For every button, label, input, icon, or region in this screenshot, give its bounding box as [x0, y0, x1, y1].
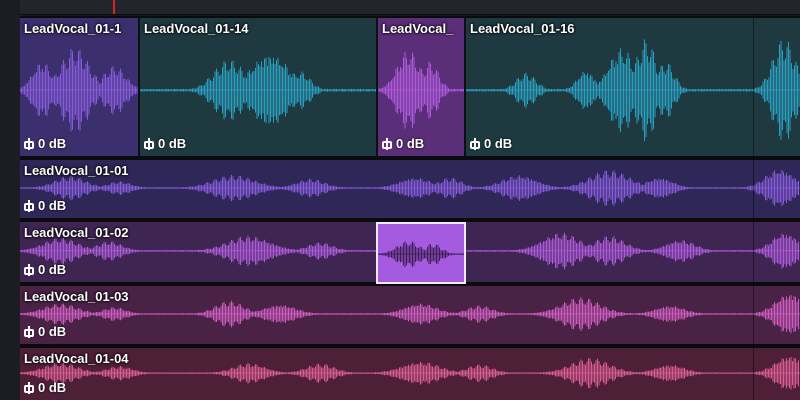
- timeline-ruler[interactable]: [20, 0, 800, 15]
- comp-selection[interactable]: [376, 222, 466, 284]
- audio-clip-01-1[interactable]: LeadVocal_01-1 0 dB: [20, 18, 138, 156]
- clip-gain-value: 0 dB: [484, 136, 513, 151]
- clip-gain[interactable]: 0 dB: [24, 324, 66, 339]
- audio-clip-01-15[interactable]: LeadVocal_ 0 dB: [376, 18, 464, 156]
- take-lane-01-04[interactable]: LeadVocal_01-04 0 dB: [20, 346, 800, 400]
- clip-gain-value: 0 dB: [396, 136, 425, 151]
- playhead-marker[interactable]: [113, 0, 115, 14]
- clip-gain-value: 0 dB: [158, 136, 187, 151]
- audio-clip-01-14[interactable]: LeadVocal_01-14 0 dB: [138, 18, 376, 156]
- clip-name: LeadVocal_01-02: [24, 225, 129, 240]
- bar-grid-line: [753, 14, 754, 400]
- clip-name: LeadVocal_01-03: [24, 289, 129, 304]
- clip-gain[interactable]: 0 dB: [470, 136, 512, 151]
- clip-gain-icon: [24, 381, 34, 394]
- clip-gain[interactable]: 0 dB: [24, 380, 66, 395]
- comp-track: LeadVocal_01-1 0 dB LeadVocal_01-14 0 dB…: [20, 16, 800, 158]
- clip-gain-icon: [24, 137, 34, 150]
- clip-gain-icon: [144, 137, 154, 150]
- audio-clip-01-16[interactable]: LeadVocal_01-16 0 dB: [464, 18, 800, 156]
- clip-gain-icon: [24, 325, 34, 338]
- clip-gain-value: 0 dB: [38, 198, 67, 213]
- clip-gain-value: 0 dB: [38, 324, 67, 339]
- clip-name: LeadVocal_01-04: [24, 351, 129, 366]
- clip-gain-icon: [382, 137, 392, 150]
- clip-gain[interactable]: 0 dB: [144, 136, 186, 151]
- clip-name: LeadVocal_: [382, 21, 454, 36]
- clip-name: LeadVocal_01-14: [144, 21, 249, 36]
- clip-gain[interactable]: 0 dB: [24, 198, 66, 213]
- take-lane-01-03[interactable]: LeadVocal_01-03 0 dB: [20, 284, 800, 346]
- clip-gain-icon: [24, 199, 34, 212]
- clip-gain-icon: [470, 137, 480, 150]
- clip-gain-value: 0 dB: [38, 262, 67, 277]
- clip-gain[interactable]: 0 dB: [24, 136, 66, 151]
- take-lane-01-01[interactable]: LeadVocal_01-01 0 dB: [20, 158, 800, 220]
- clip-gain-value: 0 dB: [38, 380, 67, 395]
- clip-gain-icon: [24, 263, 34, 276]
- clip-gain[interactable]: 0 dB: [382, 136, 424, 151]
- clip-gain[interactable]: 0 dB: [24, 262, 66, 277]
- clip-name: LeadVocal_01-16: [470, 21, 575, 36]
- clip-name: LeadVocal_01-01: [24, 163, 129, 178]
- clip-gain-value: 0 dB: [38, 136, 67, 151]
- clip-name: LeadVocal_01-1: [24, 21, 122, 36]
- arrange-window: LeadVocal_01-1 0 dB LeadVocal_01-14 0 dB…: [0, 0, 800, 400]
- track-header-gutter[interactable]: [0, 0, 21, 400]
